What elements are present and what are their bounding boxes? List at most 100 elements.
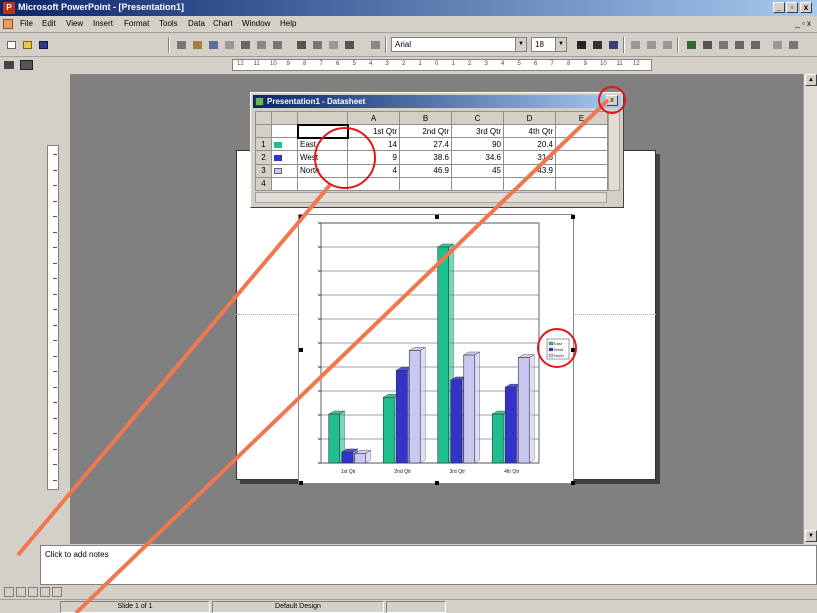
- scroll-down-icon[interactable]: ▼: [805, 530, 817, 542]
- select-all-cell[interactable]: [255, 110, 272, 126]
- menu-data[interactable]: Data: [188, 19, 205, 28]
- data-cell[interactable]: 14: [347, 137, 400, 152]
- menu-format[interactable]: Format: [124, 19, 149, 28]
- font-size-combo[interactable]: 18 ▼: [531, 37, 567, 52]
- document-window-controls[interactable]: _ ▫ x: [795, 19, 811, 28]
- more-buttons-icon[interactable]: [786, 38, 800, 51]
- column-header[interactable]: C: [451, 110, 504, 126]
- normal-view-button[interactable]: [4, 587, 14, 597]
- row-header[interactable]: [255, 124, 272, 139]
- data-cell[interactable]: 90: [451, 137, 504, 152]
- cell[interactable]: [555, 137, 608, 152]
- category-header-cell[interactable]: 4th Qtr: [503, 124, 556, 139]
- cell[interactable]: [347, 176, 400, 192]
- series-label-cell[interactable]: West: [297, 150, 348, 165]
- outline-view-button[interactable]: [16, 587, 26, 597]
- menu-chart[interactable]: Chart: [213, 19, 233, 28]
- chart-type-icon[interactable]: [174, 38, 188, 51]
- menu-tools[interactable]: Tools: [159, 19, 178, 28]
- data-cell[interactable]: 27.4: [399, 137, 452, 152]
- row-header[interactable]: 2: [255, 150, 272, 165]
- column-chart[interactable]: 1st Qtr 2nd Qtr 3rd Qtr 4th Qtr EastWestNort…: [299, 215, 575, 485]
- close-button[interactable]: x: [800, 2, 812, 13]
- scroll-up-icon[interactable]: ▲: [805, 74, 817, 86]
- data-table-icon[interactable]: [310, 38, 324, 51]
- normal-view-icon[interactable]: [4, 61, 14, 69]
- comma-icon[interactable]: [716, 38, 730, 51]
- slide-sorter-view-button[interactable]: [40, 587, 50, 597]
- copy-icon[interactable]: [254, 38, 268, 51]
- row-header[interactable]: 3: [255, 163, 272, 178]
- cell[interactable]: [503, 176, 556, 192]
- align-right-icon[interactable]: [660, 38, 674, 51]
- datasheet-vertical-scrollbar[interactable]: [608, 111, 620, 191]
- column-header[interactable]: A: [347, 110, 400, 126]
- document-icon[interactable]: [3, 19, 13, 29]
- align-center-icon[interactable]: [644, 38, 658, 51]
- data-cell[interactable]: 43.9: [503, 163, 556, 178]
- menu-view[interactable]: View: [66, 19, 83, 28]
- menu-edit[interactable]: Edit: [42, 19, 56, 28]
- chart-objects-icon[interactable]: [326, 38, 340, 51]
- by-column-icon[interactable]: [294, 38, 308, 51]
- bold-icon[interactable]: [574, 38, 588, 51]
- column-header[interactable]: B: [399, 110, 452, 126]
- percent-icon[interactable]: [700, 38, 714, 51]
- format-icon[interactable]: [190, 38, 204, 51]
- datasheet-close-button[interactable]: x: [606, 95, 618, 106]
- menu-insert[interactable]: Insert: [93, 19, 113, 28]
- category-header-cell[interactable]: 2nd Qtr: [399, 124, 452, 139]
- currency-icon[interactable]: [684, 38, 698, 51]
- undo-icon[interactable]: [222, 38, 236, 51]
- cut-icon[interactable]: [238, 38, 252, 51]
- slide-view-icon[interactable]: [20, 60, 33, 70]
- datasheet-horizontal-scrollbar[interactable]: [255, 192, 607, 203]
- menu-file[interactable]: File: [20, 19, 33, 28]
- selected-cell[interactable]: [296, 123, 349, 139]
- font-name-combo[interactable]: Arial ▼: [391, 37, 527, 52]
- data-cell[interactable]: 38.6: [399, 150, 452, 165]
- align-left-icon[interactable]: [628, 38, 642, 51]
- chart-object[interactable]: 1st Qtr 2nd Qtr 3rd Qtr 4th Qtr East West Nort…: [298, 214, 575, 485]
- save-icon[interactable]: [36, 38, 50, 51]
- datasheet-title-bar[interactable]: Presentation1 - Datasheet: [253, 95, 621, 108]
- data-cell[interactable]: 4: [347, 163, 400, 178]
- cell[interactable]: [555, 163, 608, 178]
- paste-icon[interactable]: [206, 38, 220, 51]
- data-cell[interactable]: 9: [347, 150, 400, 165]
- menu-help[interactable]: Help: [280, 19, 296, 28]
- cell[interactable]: [555, 124, 608, 139]
- vertical-scrollbar[interactable]: ▲ ▼: [803, 74, 817, 544]
- legend-icon[interactable]: [342, 38, 356, 51]
- row-header[interactable]: 4: [255, 176, 272, 192]
- chevron-down-icon[interactable]: ▼: [555, 38, 566, 51]
- decrease-decimal-icon[interactable]: [748, 38, 762, 51]
- row-header[interactable]: 1: [255, 137, 272, 152]
- category-header-cell[interactable]: 1st Qtr: [347, 124, 400, 139]
- minimize-button[interactable]: _: [773, 2, 785, 13]
- horizontal-ruler[interactable]: 12 11 10 9 8 7 6 5 4 3 2 1 0 1 2 3 4 5 6 7 8 9 10 11 12: [232, 59, 652, 71]
- cell[interactable]: [555, 150, 608, 165]
- category-header-cell[interactable]: 3rd Qtr: [451, 124, 504, 139]
- italic-icon[interactable]: [590, 38, 604, 51]
- cell[interactable]: [399, 176, 452, 192]
- underline-icon[interactable]: [606, 38, 620, 51]
- datasheet-window[interactable]: Presentation1 - Datasheet x A B C D E 1s…: [250, 92, 624, 208]
- series-label-cell[interactable]: East: [297, 137, 348, 152]
- slide-view-button[interactable]: [28, 587, 38, 597]
- data-cell[interactable]: 20.4: [503, 137, 556, 152]
- data-cell[interactable]: 46.9: [399, 163, 452, 178]
- notes-pane[interactable]: Click to add notes: [40, 545, 817, 585]
- cell[interactable]: [451, 176, 504, 192]
- cell[interactable]: [271, 176, 298, 192]
- row-label-column-header[interactable]: [297, 110, 348, 126]
- data-cell[interactable]: 45: [451, 163, 504, 178]
- new-icon[interactable]: [4, 38, 18, 51]
- column-header[interactable]: D: [503, 110, 556, 126]
- chevron-down-icon[interactable]: ▼: [515, 38, 526, 51]
- series-label-cell[interactable]: North: [297, 163, 348, 178]
- gridlines-icon[interactable]: [368, 38, 382, 51]
- column-header[interactable]: E: [555, 110, 608, 126]
- cell[interactable]: [271, 124, 298, 139]
- cell[interactable]: [297, 176, 348, 192]
